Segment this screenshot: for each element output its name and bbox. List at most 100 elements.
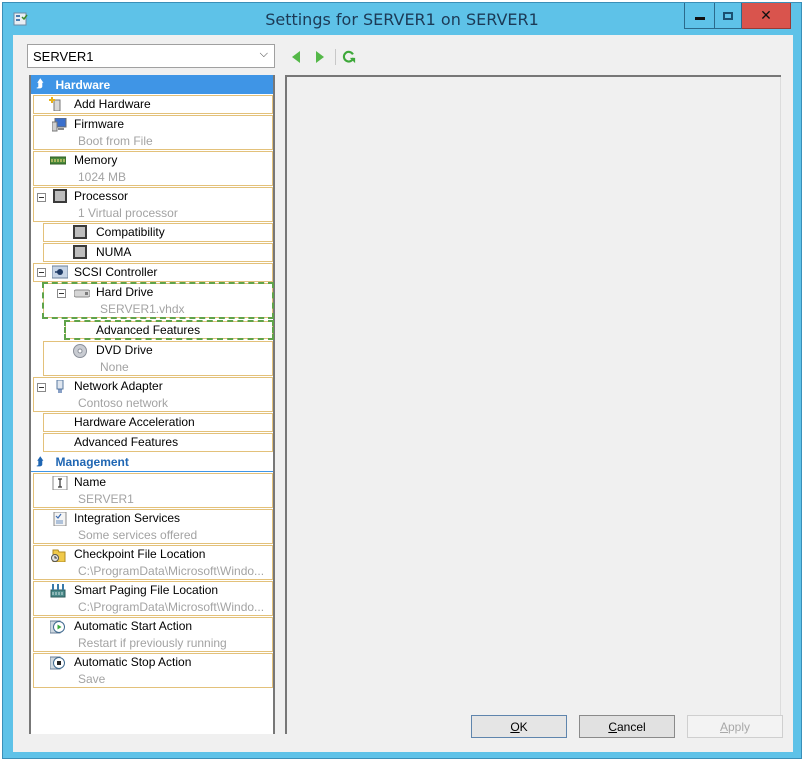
item-name: Firmware [74,117,124,131]
ok-accelerator: O [510,719,520,734]
collapse-chevron-icon: ⮭︎ [37,78,44,90]
item-name: NUMA [96,245,132,259]
minimize-button[interactable] [684,3,714,29]
tree-item-scsi-controller[interactable]: SCSI Controller [33,263,273,282]
close-icon: ✕ [760,7,772,23]
item-name: Add Hardware [74,97,151,111]
item-name: Checkpoint File Location [74,547,206,561]
tree-item-network-advanced-features[interactable]: Advanced Features [43,433,273,452]
apply-label: pply [728,719,751,734]
item-name: Memory [74,153,118,167]
collapse-toggle[interactable] [37,193,46,202]
collapse-toggle[interactable] [37,383,46,392]
title-bar[interactable]: Settings for SERVER1 on SERVER1 ✕ [3,3,801,35]
tree-item-name[interactable]: Name SERVER1 [33,473,273,508]
item-name: Advanced Features [96,323,201,337]
hard-drive-icon [74,289,90,298]
item-name: Compatibility [96,225,165,239]
item-name: Automatic Stop Action [74,655,192,669]
dialog-client-area: SERVER1 ⌵ ⮭︎ Hardware Add Hardware Firmw… [13,35,793,752]
item-detail: Boot from File [78,134,153,148]
item-detail: 1024 MB [78,170,127,184]
tree-item-hardware-acceleration[interactable]: Hardware Acceleration [43,413,273,432]
item-name: Automatic Start Action [74,619,193,633]
item-name: Network Adapter [74,379,163,393]
item-name: Hardware Acceleration [74,415,195,429]
item-name: Advanced Features [74,435,179,449]
firmware-icon [52,118,67,132]
automatic-start-icon [50,620,65,634]
item-name: Hard Drive [96,285,154,299]
vm-selector-dropdown[interactable]: SERVER1 ⌵ [27,44,275,68]
section-label: Hardware [55,77,111,92]
item-name: DVD Drive [96,343,153,357]
cancel-button[interactable]: Cancel [579,715,675,738]
vm-selector-value: SERVER1 [33,48,94,64]
item-detail: SERVER1.vhdx [100,302,185,316]
chevron-down-icon: ⌵ [259,48,268,60]
collapse-toggle[interactable] [37,268,46,277]
close-button[interactable]: ✕ [742,3,791,29]
scsi-controller-icon [52,265,68,279]
refresh-button[interactable] [342,49,356,65]
tree-item-compatibility[interactable]: Compatibility [43,223,273,242]
item-detail: Save [78,672,106,686]
dvd-drive-icon [73,344,87,358]
ok-button[interactable]: OK [471,715,567,738]
settings-window: Settings for SERVER1 on SERVER1 ✕ SERVER… [2,2,802,759]
tree-item-numa[interactable]: NUMA [43,243,273,262]
tree-item-smart-paging-file-location[interactable]: Smart Paging File Location C:\ProgramDat… [33,581,273,616]
collapse-chevron-icon: ⮭︎ [37,455,44,468]
window-controls: ✕ [684,3,791,29]
processor-icon [73,245,87,259]
tree-item-hard-drive[interactable]: Hard Drive SERVER1.vhdx [42,282,274,319]
apply-button[interactable]: Apply [687,715,783,738]
tree-item-automatic-stop-action[interactable]: Automatic Stop Action Save [33,653,273,688]
panel-edge [780,77,781,734]
item-detail: Contoso network [78,396,169,410]
ok-label: K [519,719,528,734]
tree-item-network-adapter[interactable]: Network Adapter Contoso network [33,377,273,412]
section-header-management[interactable]: ⮭︎ Management [31,453,273,472]
tree-item-checkpoint-file-location[interactable]: Checkpoint File Location C:\ProgramData\… [33,545,273,580]
item-detail: 1 Virtual processor [78,206,178,220]
processor-icon [73,225,87,239]
tree-item-firmware[interactable]: Firmware Boot from File [33,115,273,150]
forward-arrow-icon [316,51,324,63]
item-detail: None [100,360,129,374]
tree-item-dvd-drive[interactable]: DVD Drive None [43,341,273,376]
back-arrow-icon [292,51,300,63]
tree-item-add-hardware[interactable]: Add Hardware [33,95,273,114]
section-header-hardware[interactable]: ⮭︎ Hardware [31,75,273,94]
item-detail: Some services offered [78,528,198,542]
back-button[interactable] [289,49,303,65]
maximize-button[interactable] [714,3,742,29]
cancel-accelerator: C [608,719,617,734]
smart-paging-icon [50,584,66,598]
memory-icon [50,156,66,165]
tree-item-processor[interactable]: Processor 1 Virtual processor [33,187,273,222]
item-detail: Restart if previously running [78,636,227,650]
network-adapter-icon [56,380,64,393]
add-hardware-icon [49,97,61,111]
tree-item-automatic-start-action[interactable]: Automatic Start Action Restart if previo… [33,617,273,652]
apply-accelerator: A [719,719,728,734]
settings-details-panel [285,75,781,734]
maximize-icon [723,11,733,20]
item-name: Name [74,475,107,489]
automatic-stop-icon [50,656,65,670]
minimize-icon [694,17,705,20]
tree-item-memory[interactable]: Memory 1024 MB [33,151,273,186]
forward-button[interactable] [313,49,327,65]
tree-item-integration-services[interactable]: Integration Services Some services offer… [33,509,273,544]
item-name: SCSI Controller [74,265,158,279]
item-name: Processor [74,189,129,203]
refresh-icon [342,50,356,64]
section-label: Management [55,455,129,469]
item-detail: C:\ProgramData\Microsoft\Windo... [78,564,265,578]
settings-tree: ⮭︎ Hardware Add Hardware Firmware Boot f… [29,75,275,734]
tree-item-hard-drive-advanced-features[interactable]: Advanced Features [64,320,274,340]
item-detail: SERVER1 [78,492,134,506]
collapse-toggle[interactable] [57,289,66,298]
window-title: Settings for SERVER1 on SERVER1 [265,10,539,29]
